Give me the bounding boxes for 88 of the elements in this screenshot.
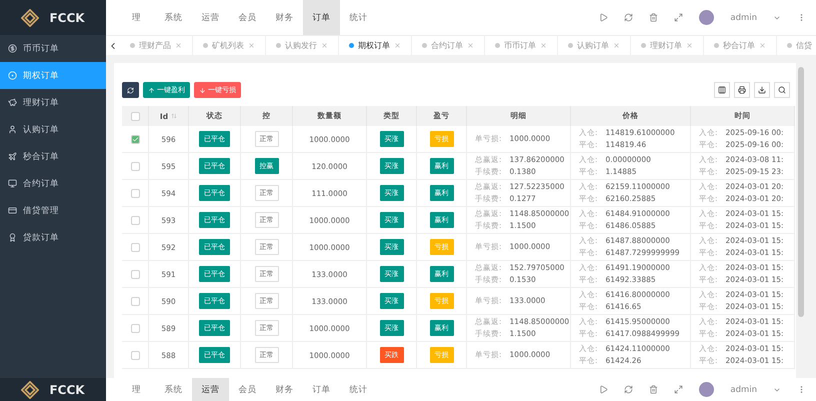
close-icon[interactable] — [759, 42, 766, 49]
brand-name: FCCK — [49, 10, 85, 24]
print-button[interactable] — [734, 82, 750, 98]
search-icon — [778, 86, 786, 94]
user-name[interactable]: admin — [730, 12, 757, 22]
search-button[interactable] — [774, 82, 790, 98]
nav-item[interactable]: 运营 — [192, 378, 229, 401]
nav-item[interactable]: 系统 — [155, 0, 192, 35]
sidebar-item[interactable]: 期权订单 — [0, 62, 106, 89]
nav-item[interactable]: 会员 — [229, 0, 266, 35]
export-button[interactable] — [754, 82, 770, 98]
refresh-icon — [127, 86, 134, 94]
status-dot-icon — [641, 43, 646, 48]
columns-button[interactable] — [714, 82, 730, 98]
user-name[interactable]: admin — [730, 384, 757, 394]
status-dot-icon — [495, 43, 500, 48]
diamond-logo-icon — [21, 8, 40, 26]
row-checkbox[interactable] — [130, 216, 140, 224]
nav-item[interactable]: 系统 — [155, 378, 192, 401]
nav-item[interactable]: 订单 — [303, 0, 340, 35]
row-checkbox[interactable] — [130, 242, 140, 252]
avatar[interactable] — [699, 382, 714, 397]
nav-item[interactable]: 订单 — [303, 378, 340, 401]
sort-icon[interactable] — [171, 113, 178, 119]
close-icon[interactable] — [175, 42, 182, 49]
close-icon[interactable] — [394, 42, 401, 49]
status-dot-icon — [568, 43, 573, 48]
printer-icon — [738, 86, 746, 94]
nav-item[interactable]: 财务 — [266, 378, 303, 401]
monitor-icon — [8, 179, 17, 188]
sidebar-item[interactable]: 秒合订单 — [0, 143, 106, 170]
diamond-logo-icon — [21, 380, 40, 398]
row-checkbox[interactable] — [130, 270, 140, 278]
coin-icon — [8, 44, 17, 53]
fullscreen-icon[interactable] — [674, 13, 684, 22]
sidebar-item[interactable]: 认购订单 — [0, 116, 106, 143]
card-icon — [8, 206, 17, 215]
row-checkbox[interactable] — [130, 296, 140, 306]
nav-item[interactable]: 理 — [118, 0, 155, 35]
award-icon — [8, 233, 17, 242]
nav-item[interactable]: 统计 — [340, 378, 377, 401]
sidebar-item[interactable]: 币币订单 — [0, 35, 106, 62]
piggy-bank-icon — [8, 98, 17, 107]
row-checkbox[interactable] — [130, 324, 140, 332]
row-checkbox[interactable] — [130, 188, 140, 198]
trash-icon[interactable] — [649, 13, 658, 22]
nav-item[interactable]: 运营 — [192, 0, 229, 35]
trash-icon[interactable] — [649, 385, 658, 394]
status-dot-icon — [787, 43, 792, 48]
download-icon — [758, 86, 766, 94]
refresh-button[interactable] — [122, 82, 139, 98]
sidebar-item[interactable]: 合约订单 — [0, 170, 106, 197]
close-icon[interactable] — [248, 42, 255, 49]
select-all-checkbox[interactable] — [130, 112, 140, 120]
arrow-up-icon — [148, 86, 155, 94]
row-checkbox[interactable] — [130, 350, 140, 360]
avatar[interactable] — [699, 10, 714, 25]
close-icon[interactable] — [321, 42, 328, 49]
arrow-down-icon — [199, 86, 206, 94]
status-dot-icon — [714, 43, 719, 48]
sidebar-item[interactable]: 贷款订单 — [0, 224, 106, 251]
row-checkbox[interactable] — [130, 162, 140, 170]
user-icon — [8, 125, 17, 134]
close-icon[interactable] — [686, 42, 693, 49]
status-dot-icon — [276, 43, 281, 48]
nav-item[interactable]: 统计 — [340, 0, 377, 35]
close-icon[interactable] — [467, 42, 474, 49]
play-icon[interactable] — [599, 13, 608, 22]
sidebar-item[interactable]: 理财订单 — [0, 89, 106, 116]
nav-item[interactable]: 会员 — [229, 378, 266, 401]
columns-icon — [718, 86, 726, 94]
refresh-icon[interactable] — [624, 13, 634, 22]
row-checkbox[interactable] — [130, 134, 140, 144]
close-icon[interactable] — [613, 42, 620, 49]
refresh-icon[interactable] — [624, 385, 634, 394]
nav-item[interactable]: 理 — [118, 378, 155, 401]
close-icon[interactable] — [540, 42, 547, 49]
status-dot-icon — [130, 43, 135, 48]
status-dot-icon — [349, 43, 354, 48]
nav-item[interactable]: 财务 — [266, 0, 303, 35]
status-dot-icon — [203, 43, 208, 48]
sidebar-item[interactable]: 借贷管理 — [0, 197, 106, 224]
plane-icon — [8, 152, 17, 161]
fullscreen-icon[interactable] — [674, 385, 684, 394]
target-icon — [8, 71, 17, 80]
play-icon[interactable] — [599, 385, 608, 394]
status-dot-icon — [422, 43, 427, 48]
brand-name: FCCK — [49, 382, 85, 396]
